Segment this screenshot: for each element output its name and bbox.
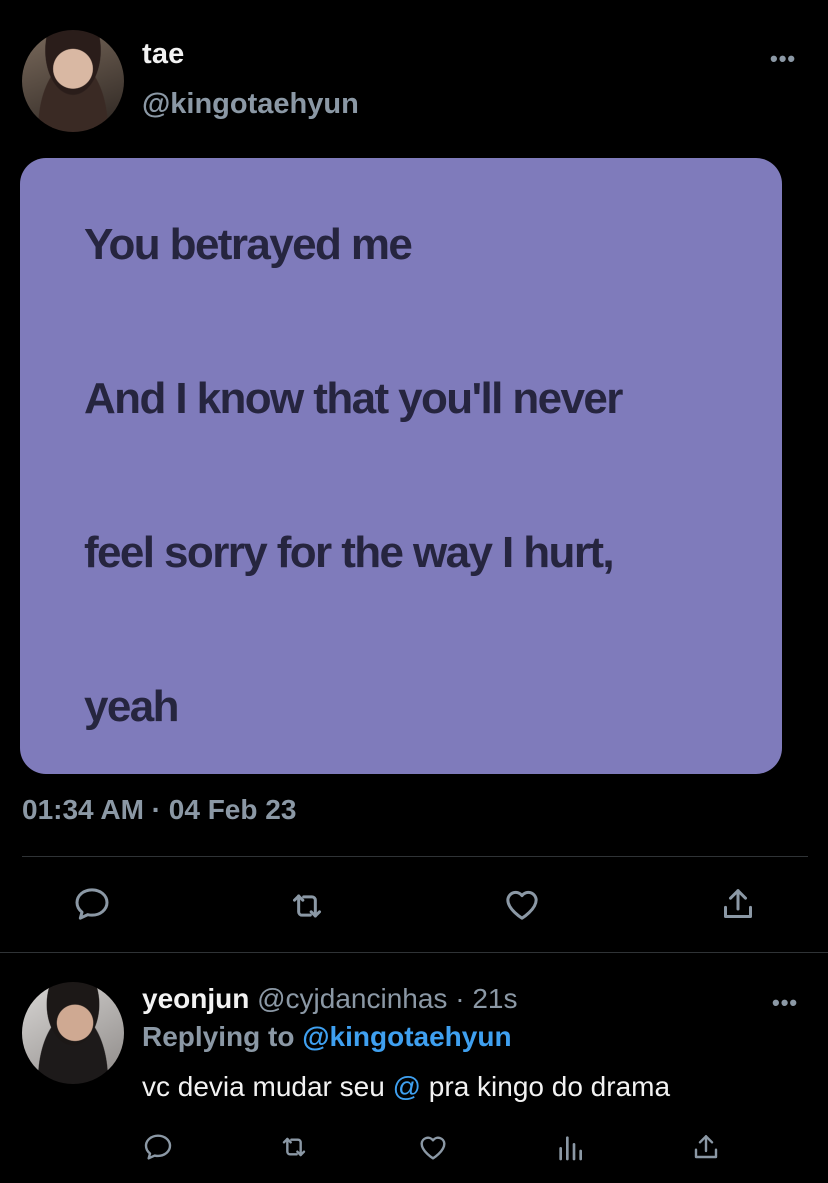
reply-avatar[interactable] bbox=[22, 982, 124, 1084]
reply-author-handle[interactable]: @cyjdancinhas bbox=[257, 983, 447, 1014]
lyric-card[interactable]: You betrayed me And I know that you'll n… bbox=[20, 158, 782, 774]
replying-to: Replying to @kingotaehyun bbox=[142, 1021, 512, 1053]
reply-time[interactable]: 21s bbox=[472, 983, 517, 1014]
share-icon[interactable] bbox=[714, 882, 762, 926]
reply-icon[interactable] bbox=[68, 882, 116, 926]
retweet-icon[interactable] bbox=[282, 884, 332, 928]
reply-separator: · bbox=[447, 983, 473, 1014]
lyric-line-2: And I know that you'll never bbox=[84, 374, 623, 423]
author-handle[interactable]: @kingotaehyun bbox=[142, 88, 359, 121]
reply-header: yeonjun @cyjdancinhas · 21s bbox=[142, 983, 517, 1015]
tweet-timestamp[interactable]: 01:34 AM · 04 Feb 23 bbox=[22, 794, 296, 826]
author-avatar[interactable] bbox=[22, 30, 124, 132]
reply-text: vc devia mudar seu @ pra kingo do drama bbox=[142, 1071, 670, 1103]
like-icon[interactable] bbox=[498, 882, 546, 926]
reply-author-name[interactable]: yeonjun bbox=[142, 983, 249, 1014]
share-icon[interactable] bbox=[688, 1128, 724, 1166]
more-options-icon[interactable]: ••• bbox=[770, 48, 796, 70]
lyric-line-3: feel sorry for the way I hurt, bbox=[84, 528, 615, 577]
retweet-icon[interactable] bbox=[274, 1128, 314, 1166]
divider bbox=[0, 952, 828, 953]
author-name[interactable]: tae bbox=[142, 38, 185, 71]
reply-text-start: vc devia mudar seu bbox=[142, 1071, 393, 1102]
lyric-line-1: You betrayed me bbox=[84, 220, 413, 269]
replying-to-handle[interactable]: @kingotaehyun bbox=[302, 1021, 511, 1052]
like-icon[interactable] bbox=[414, 1128, 452, 1166]
replying-to-label: Replying to bbox=[142, 1021, 303, 1052]
more-options-icon[interactable]: ••• bbox=[772, 992, 798, 1014]
divider bbox=[22, 856, 808, 857]
reply-text-end: pra kingo do drama bbox=[421, 1071, 671, 1102]
analytics-icon[interactable] bbox=[552, 1128, 588, 1166]
reply-icon[interactable] bbox=[140, 1128, 176, 1166]
reply-mention[interactable]: @ bbox=[393, 1071, 421, 1102]
lyric-line-4: yeah bbox=[84, 682, 179, 731]
